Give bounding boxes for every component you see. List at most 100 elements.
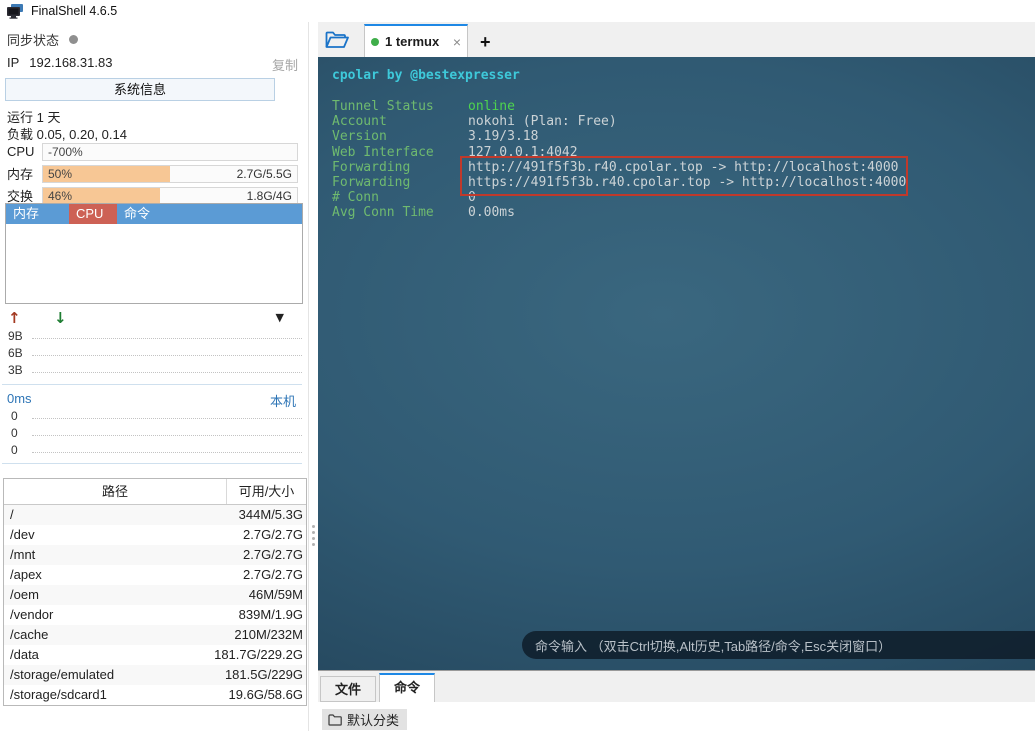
disk-value: 181.5G/229G (173, 665, 306, 685)
terminal-line-forwarding-https: Forwarding https://491f5f3b.r40.cpolar.t… (332, 175, 1035, 190)
terminal-field-value: 3.19/3.18 (468, 129, 538, 144)
cpu-meter-label: CPU (7, 144, 42, 159)
process-table: 内存 CPU 命令 (5, 203, 303, 304)
default-category-chip[interactable]: 默认分类 (322, 709, 407, 730)
disk-table-header: 路径 可用/大小 (4, 479, 306, 505)
sync-status-row: 同步状态 (7, 30, 78, 49)
sync-status-label: 同步状态 (7, 30, 59, 49)
tab-status-dot-icon (371, 38, 379, 46)
disk-row[interactable]: /mnt 2.7G/2.7G (4, 545, 306, 565)
terminal-field-label: Avg Conn Time (332, 205, 468, 220)
disk-value: 2.7G/2.7G (173, 565, 306, 585)
memory-meter-row: 内存 50% 2.7G/5.5G (7, 165, 298, 182)
terminal-line: Version 3.19/3.18 (332, 129, 1035, 144)
command-input-hint: 命令输入 （双击Ctrl切换,Alt历史,Tab路径/命令,Esc关闭窗口） (522, 631, 1035, 659)
graph-row: 0 (0, 408, 304, 425)
column-header-avail-size[interactable]: 可用/大小 (227, 479, 306, 504)
bottom-panel: 文件 命令 默认分类 (318, 670, 1035, 731)
disk-row[interactable]: /vendor 839M/1.9G (4, 605, 306, 625)
load-average-text: 负载 0.05, 0.20, 0.14 (7, 124, 127, 143)
terminal-line: # Conn 0 (332, 190, 1035, 205)
net-y-label: 9B (8, 329, 23, 343)
disk-path: /vendor (4, 605, 173, 625)
terminal-field-label: # Conn (332, 190, 468, 205)
commands-content: 默认分类 (318, 702, 1035, 731)
network-graph-legend: ↑ ↓ ▼ (6, 309, 298, 327)
disk-row[interactable]: /cache 210M/232M (4, 625, 306, 645)
column-header-memory[interactable]: 内存 (6, 204, 69, 224)
disk-value: 2.7G/2.7G (173, 545, 306, 565)
terminal-banner: cpolar by @bestexpresser (332, 68, 1035, 83)
graph-dropdown-icon[interactable]: ▼ (276, 311, 284, 324)
splitter-grip-icon[interactable] (312, 525, 315, 546)
terminal-line: Tunnel Status online (332, 99, 1035, 114)
download-arrow-icon: ↓ (54, 309, 67, 327)
terminal-field-value: http://491f5f3b.r40.cpolar.top -> http:/… (468, 160, 898, 175)
ip-row: IP 192.168.31.83 复制 (7, 55, 298, 74)
terminal-field-label: Account (332, 114, 468, 129)
disk-row[interactable]: /storage/emulated 181.5G/229G (4, 665, 306, 685)
upload-arrow-icon: ↑ (8, 309, 21, 327)
terminal-field-label: Tunnel Status (332, 99, 468, 114)
disk-row[interactable]: / 344M/5.3G (4, 505, 306, 525)
terminal-field-label: Forwarding (332, 175, 468, 190)
process-table-header: 内存 CPU 命令 (6, 204, 302, 224)
default-category-label: 默认分类 (347, 710, 399, 729)
title-bar: FinalShell 4.6.5 (0, 0, 1035, 22)
tab-termux[interactable]: 1 termux × (364, 24, 468, 57)
memory-meter-bar: 50% 2.7G/5.5G (42, 165, 298, 183)
terminal-line: Web Interface 127.0.0.1:4042 (332, 145, 1035, 160)
tab-files[interactable]: 文件 (320, 676, 376, 702)
column-header-path[interactable]: 路径 (4, 479, 227, 504)
terminal-line: Avg Conn Time 0.00ms (332, 205, 1035, 220)
bottom-tab-strip: 文件 命令 (320, 673, 438, 702)
folder-open-icon (325, 31, 349, 49)
ping-y-label: 0 (11, 426, 18, 440)
graph-row: 6B (0, 345, 304, 362)
disk-path: /dev (4, 525, 173, 545)
disk-value: 210M/232M (173, 625, 306, 645)
swap-meter-bar: 46% 1.8G/4G (42, 187, 298, 205)
net-y-label: 6B (8, 346, 23, 360)
terminal-field-label: Forwarding (332, 160, 468, 175)
ping-y-label: 0 (11, 409, 18, 423)
memory-meter-value: 2.7G/5.5G (237, 167, 292, 181)
disk-row[interactable]: /data 181.7G/229.2G (4, 645, 306, 665)
swap-meter-row: 交换 46% 1.8G/4G (7, 187, 298, 204)
disk-value: 19.6G/58.6G (173, 685, 306, 705)
disk-row[interactable]: /storage/sdcard1 19.6G/58.6G (4, 685, 306, 705)
window-title: FinalShell 4.6.5 (31, 4, 117, 18)
disk-path: /storage/emulated (4, 665, 173, 685)
column-header-command[interactable]: 命令 (117, 204, 302, 224)
terminal-output: cpolar by @bestexpresser Tunnel Status o… (318, 57, 1035, 221)
disk-row[interactable]: /dev 2.7G/2.7G (4, 525, 306, 545)
disk-row[interactable]: /oem 46M/59M (4, 585, 306, 605)
disk-path: /oem (4, 585, 173, 605)
finalshell-window: FinalShell 4.6.5 同步状态 IP 192.168.31.83 复… (0, 0, 1035, 731)
graph-row: 0 (0, 442, 304, 459)
disk-path: /apex (4, 565, 173, 585)
terminal-field-value: https://491f5f3b.r40.cpolar.top -> http:… (468, 175, 906, 190)
open-folder-button[interactable] (318, 23, 356, 57)
copy-ip-button[interactable]: 复制 (272, 55, 298, 74)
disk-path: /data (4, 645, 173, 665)
disk-row[interactable]: /apex 2.7G/2.7G (4, 565, 306, 585)
tab-commands[interactable]: 命令 (379, 673, 435, 702)
app-monitors-icon (7, 4, 24, 19)
ping-y-label: 0 (11, 443, 18, 457)
terminal-field-value: online (468, 99, 515, 114)
memory-meter-text: 50% (48, 167, 72, 181)
terminal-area[interactable]: cpolar by @bestexpresser Tunnel Status o… (318, 57, 1035, 670)
ip-label: IP (7, 55, 19, 74)
column-header-cpu[interactable]: CPU (69, 204, 117, 224)
ip-value: 192.168.31.83 (29, 55, 112, 74)
terminal-line-forwarding-http: Forwarding http://491f5f3b.r40.cpolar.to… (332, 160, 1035, 175)
disk-value: 46M/59M (173, 585, 306, 605)
system-info-button[interactable]: 系统信息 (5, 78, 275, 101)
folder-icon (328, 714, 342, 726)
disk-value: 181.7G/229.2G (173, 645, 306, 665)
terminal-line: Account nokohi (Plan: Free) (332, 114, 1035, 129)
tab-close-icon[interactable]: × (453, 35, 461, 49)
new-tab-button[interactable]: + (480, 33, 491, 51)
memory-meter-label: 内存 (7, 164, 42, 183)
